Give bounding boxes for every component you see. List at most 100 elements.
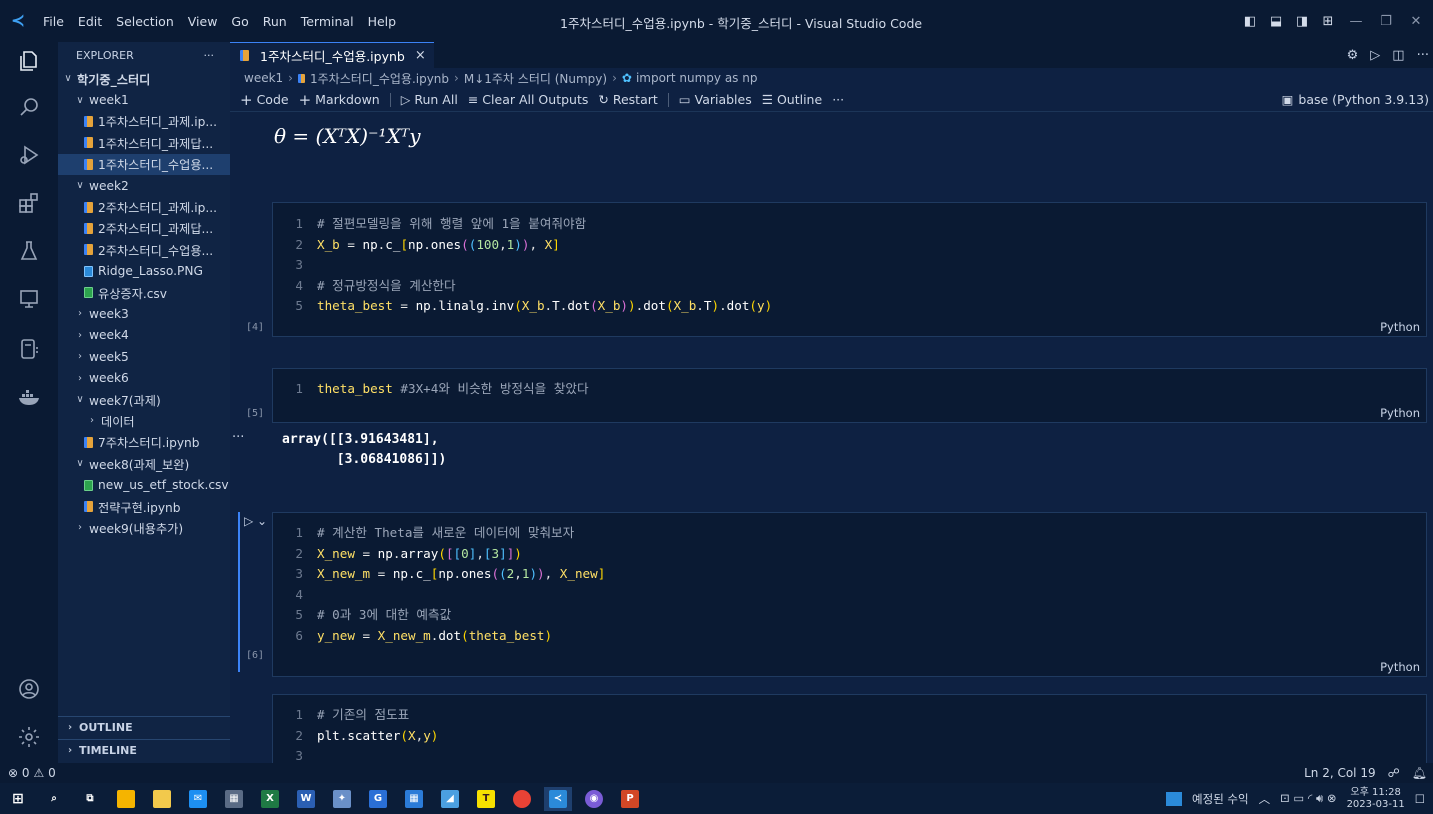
calendar-icon[interactable]: ▦ [400,787,428,811]
feedback-icon[interactable]: ☍ [1388,766,1400,780]
cursor-position[interactable]: Ln 2, Col 19 [1304,766,1376,780]
problems-indicator[interactable]: ⊗ 0 ⚠ 0 [0,766,56,780]
workspace-root[interactable]: ∨ 학기중_스터디 [58,68,230,89]
notifications-bell-icon[interactable]: 🔔︎ [1412,766,1427,780]
restore-icon[interactable]: ❐ [1373,10,1399,32]
outline-button[interactable]: ☰ Outline [762,92,822,107]
toggle-secondary-sidebar-icon[interactable]: ◨ [1291,10,1313,32]
extensions-icon[interactable] [14,188,44,218]
code-cell[interactable]: 1 # 절편모델링을 위해 행렬 앞에 1을 붙여줘야함 2 X_b = np.c_[… [272,202,1427,337]
breadcrumb-folder[interactable]: week1 [244,71,283,85]
minimize-icon[interactable]: — [1343,10,1369,32]
tray-chevron-up-icon[interactable]: ︿ [1259,791,1271,807]
code-line[interactable]: 4 # 정규방정식을 계산한다 [273,276,1426,297]
folder-item[interactable]: ∨ week8(과제_보완) [58,453,230,474]
run-icon[interactable]: ▷ [1370,48,1380,63]
clear-outputs-button[interactable]: ≡ Clear All Outputs [468,92,589,107]
code-line[interactable]: 1 theta_best #3X+4와 비슷한 방정식을 찾았다 [273,379,1426,400]
sticky-app-icon[interactable] [112,787,140,811]
menu-go[interactable]: Go [224,14,255,29]
manage-gear-icon[interactable] [14,722,44,752]
folder-item[interactable]: › week9(내용추가) [58,517,230,538]
menu-terminal[interactable]: Terminal [294,14,361,29]
folder-item[interactable]: ∨ week1 [58,89,230,110]
code-line[interactable]: 5 # 0과 3에 대한 예측값 [273,605,1426,626]
kakaotalk-icon[interactable]: T [472,787,500,811]
tray-icons[interactable]: ⊡ ▭ ◜ 🔊︎ ⊗ [1280,791,1336,806]
tab-close-icon[interactable]: × [415,48,426,63]
app-icon[interactable]: ✦ [328,787,356,811]
chrome-icon[interactable] [508,787,536,811]
remote-explorer-icon[interactable] [14,284,44,314]
folder-item[interactable]: › week4 [58,325,230,346]
code-cell[interactable]: 1 # 계산한 Theta를 새로운 데이터에 맞춰보자 2 X_new = np.a… [272,512,1427,677]
cell-language[interactable]: Python [1380,660,1420,674]
menu-file[interactable]: File [36,14,71,29]
timeline-section[interactable]: › TIMELINE [58,739,230,761]
variables-button[interactable]: ▭ Variables [679,92,752,107]
powerpoint-icon[interactable]: P [616,787,644,811]
cell-editor[interactable]: 1 # 기존의 점도표 2 plt.scatter(X,y) 3 [273,695,1426,763]
file-item[interactable]: 7주차스터디.ipynb [58,432,230,453]
code-cell[interactable]: 1 theta_best #3X+4와 비슷한 방정식을 찾았다 Python [272,368,1427,423]
code-line[interactable]: 1 # 기존의 점도표 [273,705,1426,726]
cell-editor[interactable]: 1 # 계산한 Theta를 새로운 데이터에 맞춰보자 2 X_new = np.a… [273,513,1426,647]
toolbar-more-button[interactable]: ··· [832,92,844,107]
add-markdown-cell-button[interactable]: + Markdown [299,91,380,109]
file-item[interactable]: 1주차스터디_과제.ip... [58,111,230,132]
calculator-icon[interactable]: ▦ [220,787,248,811]
jupyter-icon[interactable] [14,334,44,364]
code-line[interactable]: 2 X_new = np.array([[0],[3]]) [273,544,1426,565]
run-all-button[interactable]: ▷ Run All [401,92,458,107]
customize-layout-icon[interactable]: ⊞ [1317,10,1339,32]
code-line[interactable]: 4 [273,585,1426,606]
testing-icon[interactable] [14,236,44,266]
close-icon[interactable]: ✕ [1403,10,1429,32]
restart-button[interactable]: ↻ Restart [598,92,657,107]
kernel-picker[interactable]: ▣ base (Python 3.9.13) [1282,92,1429,107]
more-actions-icon[interactable]: ··· [1417,48,1429,63]
folder-item[interactable]: ∨ week2 [58,175,230,196]
search-icon[interactable] [14,92,44,122]
outline-section[interactable]: › OUTLINE [58,716,230,738]
mail-icon[interactable]: ✉ [184,787,212,811]
clock[interactable]: 오후 11:28 2023-03-11 [1347,787,1405,811]
folder-item[interactable]: › week3 [58,303,230,324]
code-cell[interactable]: 1 # 기존의 점도표 2 plt.scatter(X,y) 3 [272,694,1427,763]
action-center-icon[interactable]: ☐ [1415,792,1425,806]
windows-start-icon[interactable]: ⊞ [4,787,32,811]
menu-run[interactable]: Run [256,14,294,29]
cell-editor[interactable]: 1 # 절편모델링을 위해 행렬 앞에 1을 붙여줘야함 2 X_b = np.c_[… [273,203,1426,317]
run-debug-icon[interactable] [14,140,44,170]
menu-selection[interactable]: Selection [109,14,181,29]
cell-language[interactable]: Python [1380,406,1420,420]
code-line[interactable]: 2 X_b = np.c_[np.ones((100,1)), X] [273,235,1426,256]
run-cell-icon[interactable]: ▷ ⌄ [244,514,267,528]
file-item[interactable]: 2주차스터디_과제답... [58,218,230,239]
word-icon[interactable]: W [292,787,320,811]
tab-notebook[interactable]: 1주차스터디_수업용.ipynb × [230,42,434,68]
cell-language[interactable]: Python [1380,320,1420,334]
file-item[interactable]: 1주차스터디_수업용... [58,153,230,175]
folder-item[interactable]: › week5 [58,346,230,367]
app-icon[interactable]: ◢ [436,787,464,811]
file-item[interactable]: 1주차스터디_과제답... [58,132,230,153]
code-line[interactable]: 6 y_new = X_new_m.dot(theta_best) [273,626,1426,647]
file-item[interactable]: Ridge_Lasso.PNG [58,261,230,282]
notification-text[interactable]: 예정된 수익 [1192,791,1249,807]
docker-icon[interactable] [14,382,44,412]
output-more-icon[interactable]: ··· [232,430,244,445]
code-line[interactable]: 5 theta_best = np.linalg.inv(X_b.T.dot(X_… [273,296,1426,317]
code-line[interactable]: 3 X_new_m = np.c_[np.ones((2,1)), X_new] [273,564,1426,585]
code-line[interactable]: 1 # 절편모델링을 위해 행렬 앞에 1을 붙여줘야함 [273,214,1426,235]
toggle-panel-icon[interactable]: ⬓ [1265,10,1287,32]
toggle-primary-sidebar-icon[interactable]: ◧ [1239,10,1261,32]
explorer-icon[interactable] [14,46,44,76]
breadcrumb-file[interactable]: 1주차스터디_수업용.ipynb [310,70,449,87]
menu-help[interactable]: Help [361,14,404,29]
vscode-taskbar-icon[interactable]: ≺ [544,786,572,811]
folder-item[interactable]: › 데이터 [58,410,230,431]
github-icon[interactable]: ◉ [580,787,608,811]
explorer-more-button[interactable]: ··· [204,49,215,62]
folder-item[interactable]: › week6 [58,367,230,388]
